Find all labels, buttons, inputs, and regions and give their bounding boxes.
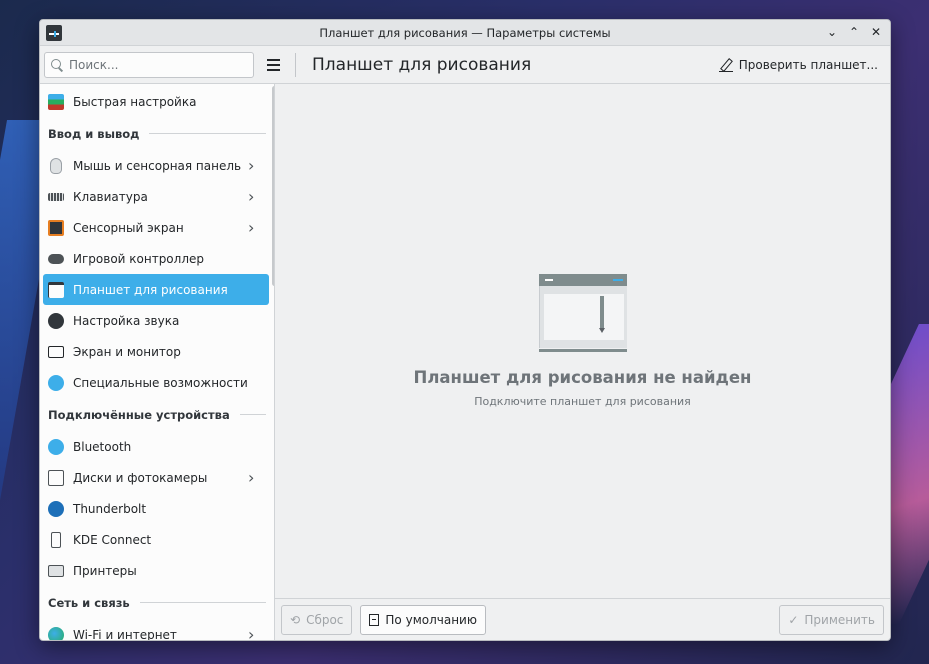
thunderbolt-icon [48,500,64,517]
sidebar-item-label: Клавиатура [73,189,148,204]
sidebar-item-gamepad[interactable]: Игровой контроллер [40,243,262,274]
sidebar-item-label: Thunderbolt [73,501,147,516]
sidebar-item-disks[interactable]: Диски и фотокамеры › [40,462,262,493]
chevron-right-icon: › [248,156,255,175]
checkmark-icon: ✓ [788,612,799,627]
chevron-right-icon: › [248,625,255,640]
hamburger-menu-button[interactable] [261,53,285,77]
monitor-icon [48,345,64,358]
sidebar-section-header: Ввод и вывод [40,117,274,150]
sidebar-section-header: Подключённые устройства [40,398,274,431]
touchscreen-icon [48,219,64,236]
sound-icon [48,312,64,329]
toolbar-separator [295,52,296,77]
app-icon [46,25,62,41]
chevron-right-icon: › [248,218,255,237]
title-bar[interactable]: Планшет для рисования — Параметры систем… [40,20,890,46]
sidebar-item-label: Wi-Fi и интернет [73,627,177,641]
check-tablet-button[interactable]: Проверить планшет... [718,57,878,72]
bluetooth-icon [48,438,64,455]
sidebar-item-label: Bluetooth [73,439,132,454]
reset-button[interactable]: ⟲ Сброс [281,604,353,635]
undo-icon: ⟲ [290,612,301,627]
sidebar-item-label: Экран и монитор [73,344,181,359]
quick-settings-icon [48,93,64,110]
empty-state: Планшет для рисования не найден Подключи… [275,274,890,408]
sidebar-section-header: Сеть и связь [40,586,274,619]
sidebar: Быстрая настройка Ввод и вывод Мышь и сен… [40,84,275,640]
search-icon [51,58,63,71]
maximize-button[interactable]: ⌃ [846,23,862,41]
page-title: Планшет для рисования [312,54,532,75]
drawing-tablet-illustration-icon [538,274,627,352]
sidebar-item-bluetooth[interactable]: Bluetooth [40,431,262,462]
defaults-label: По умолчанию [385,612,477,627]
mouse-icon [50,157,62,174]
kde-connect-icon [51,531,61,548]
sidebar-item-quick-settings[interactable]: Быстрая настройка [40,86,262,117]
toolbar: Планшет для рисования Проверить планшет.… [40,46,890,84]
sidebar-item-monitor[interactable]: Экран и монитор [40,336,262,367]
sidebar-item-thunderbolt[interactable]: Thunderbolt [40,493,262,524]
sidebar-item-label: Сенсорный экран [73,220,184,235]
search-input[interactable] [69,57,239,72]
chevron-right-icon: › [248,468,255,487]
system-settings-window: Планшет для рисования — Параметры систем… [39,19,891,641]
keyboard-icon [48,192,64,201]
window-controls: ⌄ ⌃ ✕ [824,23,884,41]
sidebar-item-mouse[interactable]: Мышь и сенсорная панель › [40,150,262,181]
document-icon [369,613,380,626]
disks-icon [48,469,64,486]
accessibility-icon [48,374,64,391]
chevron-right-icon: › [248,187,255,206]
sidebar-item-wifi[interactable]: Wi-Fi и интернет › [40,619,262,640]
sidebar-list: Быстрая настройка Ввод и вывод Мышь и сен… [40,84,274,640]
window-title: Планшет для рисования — Параметры систем… [319,25,611,40]
apply-button[interactable]: ✓ Применить [779,604,884,635]
sidebar-item-drawing-tablet[interactable]: Планшет для рисования [43,274,269,305]
sidebar-item-label: Принтеры [73,563,137,578]
content-area: Быстрая настройка Ввод и вывод Мышь и сен… [40,84,890,640]
footer-bar: ⟲ Сброс По умолчанию ✓ Применить [275,598,890,640]
sidebar-item-printer[interactable]: Принтеры [40,555,262,586]
minimize-button[interactable]: ⌄ [824,23,840,41]
sidebar-item-label: Специальные возможности [73,375,248,390]
sidebar-item-accessibility[interactable]: Специальные возможности [40,367,262,398]
wifi-icon [48,626,64,640]
sidebar-item-label: KDE Connect [73,532,152,547]
pen-icon [718,58,733,72]
sidebar-item-keyboard[interactable]: Клавиатура › [40,181,262,212]
close-button[interactable]: ✕ [868,23,884,41]
apply-label: Применить [804,612,875,627]
gamepad-icon [48,253,64,264]
reset-label: Сброс [306,612,344,627]
sidebar-item-sound[interactable]: Настройка звука [40,305,262,336]
sidebar-item-label: Диски и фотокамеры [73,470,208,485]
sidebar-item-label: Планшет для рисования [73,282,228,297]
empty-state-subtitle: Подключите планшет для рисования [474,395,691,408]
sidebar-item-kde-connect[interactable]: KDE Connect [40,524,262,555]
sidebar-item-label: Быстрая настройка [73,94,197,109]
drawing-tablet-icon [48,281,64,298]
printer-icon [48,564,64,577]
check-tablet-label: Проверить планшет... [738,57,878,72]
sidebar-item-label: Игровой контроллер [73,251,204,266]
sidebar-item-label: Мышь и сенсорная панель [73,158,242,173]
sidebar-item-label: Настройка звука [73,313,180,328]
search-box[interactable] [44,51,254,78]
empty-state-title: Планшет для рисования не найден [413,368,752,387]
sidebar-item-touchscreen[interactable]: Сенсорный экран › [40,212,262,243]
defaults-button[interactable]: По умолчанию [360,604,486,635]
main-panel: Планшет для рисования не найден Подключи… [275,84,890,640]
